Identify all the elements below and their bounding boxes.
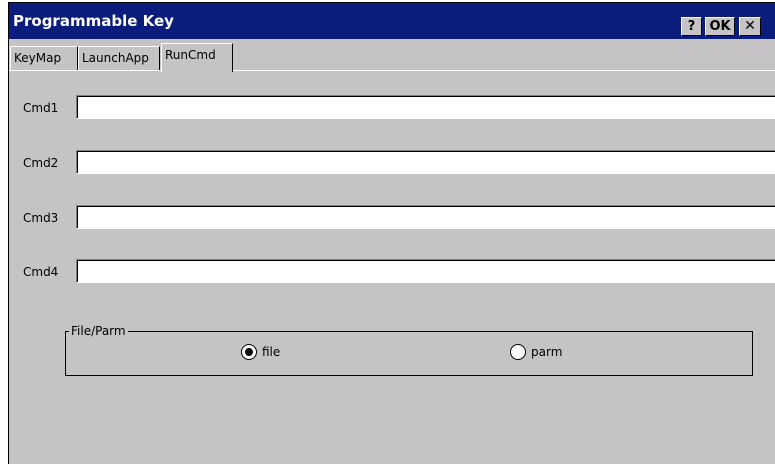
file-radio[interactable]: file: [241, 344, 280, 360]
tab-launchapp[interactable]: LaunchApp: [78, 46, 160, 70]
runcmd-panel: Cmd1 Cmd2 Cmd3 Cmd4 File/Parm file parm: [9, 71, 775, 464]
help-button[interactable]: ?: [681, 17, 702, 36]
cmd2-input[interactable]: [76, 150, 775, 174]
tab-keymap[interactable]: KeyMap: [10, 46, 78, 70]
cmd3-input[interactable]: [76, 205, 775, 229]
parm-radio-label: parm: [531, 345, 563, 359]
file-radio-circle[interactable]: [241, 344, 257, 360]
radio-selected-dot: [245, 348, 253, 356]
parm-radio-circle[interactable]: [510, 344, 526, 360]
cmd1-input[interactable]: [76, 95, 775, 119]
cmd1-label: Cmd1: [23, 101, 59, 115]
file-parm-group-label: File/Parm: [69, 324, 128, 338]
tab-strip: KeyMap LaunchApp RunCmd: [9, 43, 775, 72]
file-parm-group: File/Parm file parm: [65, 324, 753, 376]
cmd4-input[interactable]: [76, 259, 775, 283]
cmd3-label: Cmd3: [23, 211, 59, 225]
ok-button[interactable]: OK: [705, 17, 735, 36]
window-title: Programmable Key: [13, 12, 174, 30]
title-bar: Programmable Key ? OK ✕: [9, 3, 775, 39]
close-button[interactable]: ✕: [739, 17, 761, 36]
cmd2-label: Cmd2: [23, 156, 59, 170]
parm-radio[interactable]: parm: [510, 344, 562, 360]
file-radio-label: file: [262, 345, 281, 359]
programmable-key-window: Programmable Key ? OK ✕ KeyMap LaunchApp…: [8, 2, 775, 464]
tab-runcmd[interactable]: RunCmd: [161, 43, 233, 72]
cmd4-label: Cmd4: [23, 265, 59, 279]
